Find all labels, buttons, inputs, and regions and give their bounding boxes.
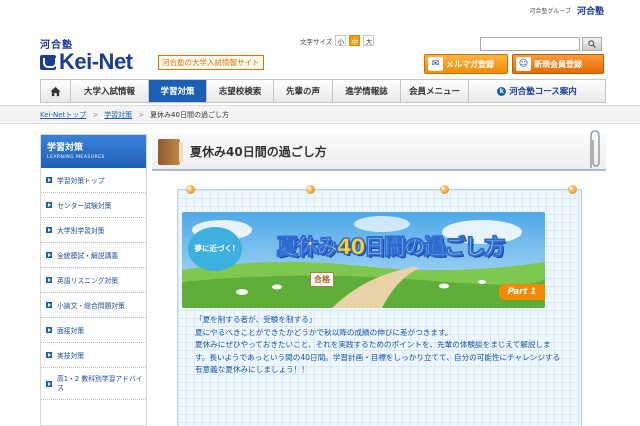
banner-title: 夏休み40日間の過ごし方 [277, 231, 506, 261]
nav-admission-info[interactable]: 大学入試情報 [71, 80, 149, 102]
mailmag-label: メルマガ登録 [446, 59, 494, 69]
font-size-label: 文字サイズ [300, 37, 333, 46]
member-register-button[interactable]: ☺ 新規会員登録 [512, 54, 604, 74]
pushpin-icon [568, 185, 577, 194]
group-link[interactable]: 河合塾グループ 河合塾 [529, 4, 604, 17]
intro-line: 夏休みにぜひやっておきたいこと、それを実践するためのポイントを、先輩の体験談をま… [195, 340, 551, 350]
sidebar-item-label: 英語リスニング対策 [57, 277, 119, 285]
main-content: 夏休み40日間の過ごし方 夢に近づく! 夏休み40日間の過ごし方 合格 Part… [152, 130, 606, 426]
sidebar-item-practical[interactable]: 実技対策 [41, 343, 146, 368]
group-logo: 河合塾 [576, 7, 604, 17]
group-label: 河合塾グループ [529, 8, 571, 15]
breadcrumb-bar: Kei-Netトップ > 学習対策 > 夏休み40日間の過ごし方 [0, 105, 640, 124]
chevron-right-icon: > [92, 111, 99, 119]
banner-bubble: 夢に近づく! [188, 227, 242, 271]
arrow-right-icon [46, 177, 52, 183]
arrow-right-icon [46, 327, 52, 333]
font-size-small-button[interactable]: 小 [335, 35, 347, 46]
site-tagline: 河合塾の大学入試情報サイト [158, 55, 264, 70]
page-header: 夏休み40日間の過ごし方 [152, 130, 606, 171]
sidebar-item-label: センター試験対策 [57, 202, 112, 210]
sidebar-item-label: 実技対策 [57, 352, 85, 360]
banner-title-pre: 夏休み [277, 235, 339, 260]
font-size-medium-button[interactable]: 中 [349, 35, 361, 46]
sidebar-item-center-exam[interactable]: センター試験対策 [41, 193, 146, 218]
pushpin-icon [306, 185, 315, 194]
nav-senior-voices[interactable]: 先輩の声 [274, 80, 333, 102]
intro-line: す。長いようであっという間の40日間。学習計画・目標をしっかり立てて、自分の可能… [195, 352, 561, 362]
intro-line: 有意義な夏休みにしましょう！！ [195, 365, 309, 375]
intro-text: 「夏を制する者が、受験を制する」 夏にやるべきことができたかどうかで秋以降の成績… [195, 314, 565, 377]
logo-keinet-text: Kei-Net [59, 49, 133, 74]
sidebar-title: 学習対策 [47, 143, 84, 153]
sidebar-item-label: 高1・2 教科別学習アドバイス [57, 374, 143, 392]
nav-magazine[interactable]: 進学情報誌 [333, 80, 401, 102]
breadcrumb: Kei-Netトップ > 学習対策 > 夏休み40日間の過ごし方 [40, 110, 229, 120]
site-logo[interactable]: 河合塾 Kei-Net [40, 36, 160, 74]
kawai-mark-icon: k [497, 86, 507, 96]
arrow-right-icon [46, 277, 52, 283]
breadcrumb-top-link[interactable]: Kei-Netトップ [40, 110, 86, 120]
banner-title-post: 日間の過ごし方 [364, 235, 506, 260]
chevron-right-icon: > [138, 111, 145, 119]
book-icon [40, 54, 57, 70]
search-button[interactable] [582, 37, 602, 51]
arrow-right-icon [46, 202, 52, 208]
sidebar-item-label: 学習対策トップ [57, 177, 105, 185]
user-icon: ☺ [516, 57, 531, 71]
search-input[interactable] [480, 37, 580, 51]
mailmag-register-button[interactable]: ✉ メルマガ登録 [424, 54, 508, 74]
envelope-icon: ✉ [428, 57, 443, 71]
sidebar-item-interview[interactable]: 面接対策 [41, 318, 146, 343]
part-badge: Part 1 [499, 284, 545, 300]
sidebar-item-study-top[interactable]: 学習対策トップ [41, 168, 146, 193]
register-label: 新規会員登録 [534, 59, 582, 69]
sidebar-header: 学習対策 LEARNING MEASURES [41, 135, 146, 168]
global-nav: 大学入試情報 学習対策 志望校検索 先輩の声 進学情報誌 会員メニュー k 河合… [40, 79, 606, 103]
pushpin-icon [440, 185, 449, 194]
font-size-large-button[interactable]: 大 [363, 35, 375, 46]
sidebar-item-listening[interactable]: 英語リスニング対策 [41, 268, 146, 293]
nav-school-search[interactable]: 志望校検索 [207, 80, 274, 102]
summer-banner: 夢に近づく! 夏休み40日間の過ごし方 合格 Part 1 [182, 212, 545, 308]
sidebar-item-essay[interactable]: 小論文・総合問題対策 [41, 293, 146, 318]
nav-member-menu[interactable]: 会員メニュー [401, 80, 469, 102]
pushpin-icon [186, 185, 195, 194]
sidebar: 学習対策 LEARNING MEASURES 学習対策トップ センター試験対策 … [40, 134, 147, 426]
top-bar: 河合塾グループ 河合塾 [0, 0, 640, 34]
arrow-right-icon [46, 302, 52, 308]
nav-course-guide-label: 河合塾コース案内 [509, 87, 577, 97]
banner-title-number: 40 [337, 235, 366, 260]
intro-line: 「夏を制する者が、受験を制する」 [195, 315, 317, 324]
arrow-right-icon [46, 352, 52, 358]
nav-home[interactable] [41, 80, 71, 102]
sidebar-item-label: 小論文・総合問題対策 [57, 302, 125, 310]
intro-line: 夏にやるべきことができたかどうかで秋以降の成績の伸びに差がつきます。 [195, 327, 453, 337]
paperclip-icon [590, 130, 600, 168]
notebook-icon [158, 138, 183, 165]
search-box [480, 37, 602, 51]
sidebar-item-label: 大学別学習対策 [57, 227, 105, 235]
sidebar-item-grade-advice[interactable]: 高1・2 教科別学習アドバイス [41, 368, 146, 400]
sidebar-item-mock-exams[interactable]: 全統模試・解説講義 [41, 243, 146, 268]
search-icon [588, 40, 596, 48]
home-icon [50, 86, 61, 96]
nav-study-measures[interactable]: 学習対策 [149, 80, 207, 102]
arrow-right-icon [46, 380, 52, 387]
breadcrumb-current: 夏休み40日間の過ごし方 [150, 111, 229, 119]
sidebar-item-label: 面接対策 [57, 327, 85, 335]
sidebar-item-label: 全統模試・解説講義 [57, 252, 119, 260]
nav-course-guide[interactable]: k 河合塾コース案内 [469, 80, 605, 102]
breadcrumb-study-link[interactable]: 学習対策 [104, 110, 132, 120]
sidebar-item-university[interactable]: 大学別学習対策 [41, 218, 146, 243]
pass-signpost: 合格 [310, 272, 334, 287]
font-size-switcher: 文字サイズ 小 中 大 [300, 35, 375, 46]
page-title: 夏休み40日間の過ごし方 [190, 145, 327, 159]
sidebar-subtitle: LEARNING MEASURES [47, 155, 105, 160]
arrow-right-icon [46, 227, 52, 233]
arrow-right-icon [46, 252, 52, 258]
